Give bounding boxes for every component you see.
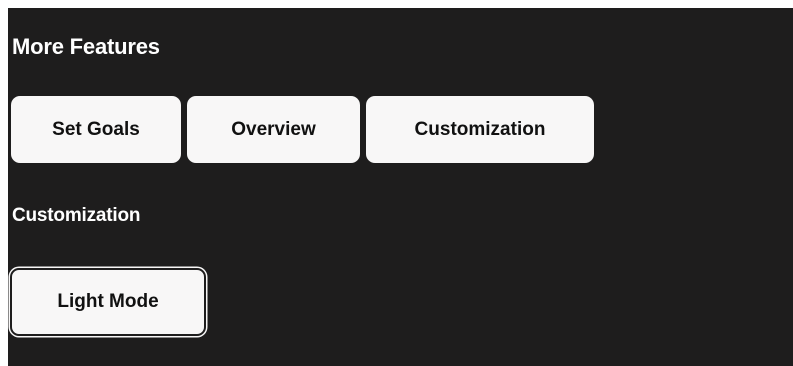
- customization-button[interactable]: Customization: [366, 96, 594, 163]
- features-panel: More Features Set Goals Overview Customi…: [8, 8, 793, 366]
- set-goals-button[interactable]: Set Goals: [11, 96, 181, 163]
- overview-button[interactable]: Overview: [187, 96, 360, 163]
- light-mode-button[interactable]: Light Mode: [10, 268, 206, 336]
- more-features-heading: More Features: [12, 34, 160, 59]
- customization-heading: Customization: [12, 205, 141, 226]
